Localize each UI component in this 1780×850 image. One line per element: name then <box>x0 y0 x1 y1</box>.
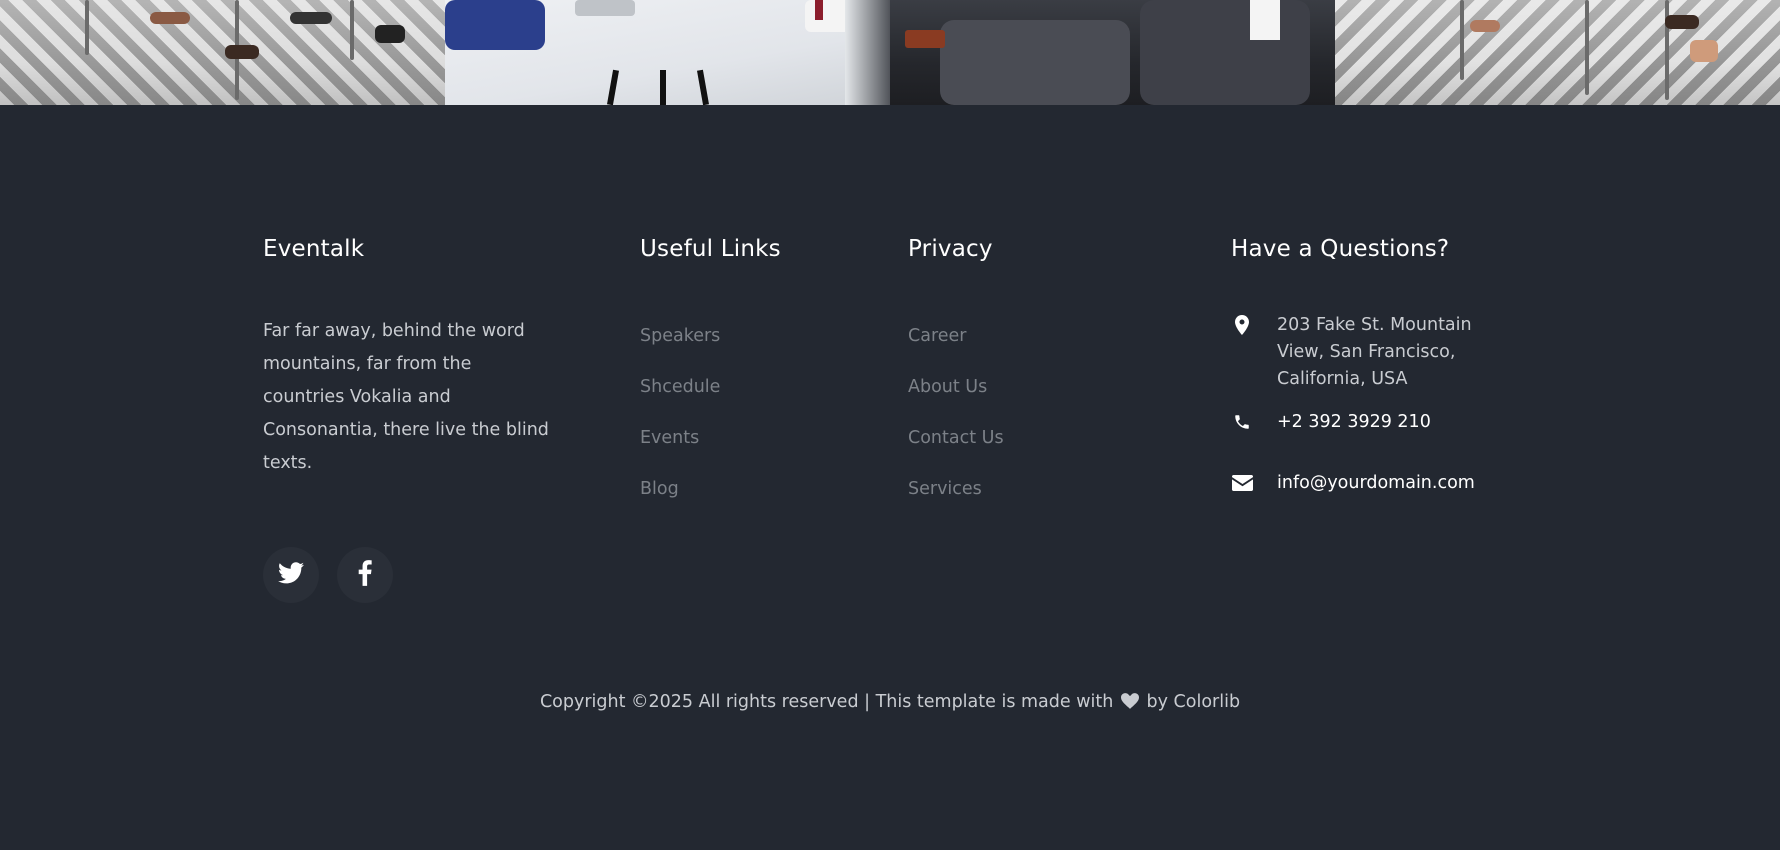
brand-title: Eventalk <box>263 236 365 262</box>
link-schedule[interactable]: Shcedule <box>640 375 720 399</box>
link-contact-us[interactable]: Contact Us <box>908 426 1004 450</box>
photo-strip <box>0 0 1780 105</box>
twitter-icon <box>278 562 304 588</box>
link-blog[interactable]: Blog <box>640 477 679 501</box>
brand-description: Far far away, behind the word mountains,… <box>263 321 549 473</box>
link-events[interactable]: Events <box>640 426 699 450</box>
contact-address: 203 Fake St. Mountain View, San Francisc… <box>1231 312 1531 393</box>
gallery-photo-4 <box>1335 0 1780 105</box>
heart-icon <box>1120 691 1139 717</box>
gallery-photo-3 <box>890 0 1335 105</box>
copyright-text-after: by Colorlib <box>1146 692 1241 712</box>
copyright: Copyright ©2025 All rights reserved | Th… <box>0 689 1780 717</box>
privacy-links-list: Career About Us Contact Us Services <box>908 324 1168 528</box>
facebook-button[interactable] <box>337 547 393 603</box>
link-services[interactable]: Services <box>908 477 982 501</box>
contact-phone[interactable]: +2 392 3929 210 <box>1231 409 1531 436</box>
privacy-title: Privacy <box>908 236 993 262</box>
link-speakers[interactable]: Speakers <box>640 324 720 348</box>
map-marker-icon <box>1231 314 1253 336</box>
gallery-photo-1 <box>0 0 445 105</box>
contact-column: Have a Questions? 203 Fake St. Mountain … <box>1231 232 1531 497</box>
social-links <box>263 547 393 603</box>
envelope-icon <box>1231 472 1253 494</box>
phone-icon <box>1231 411 1253 433</box>
link-career[interactable]: Career <box>908 324 966 348</box>
gallery-photo-2 <box>445 0 890 105</box>
contact-email[interactable]: info@yourdomain.com <box>1231 470 1531 497</box>
useful-links-title: Useful Links <box>640 236 781 262</box>
email-text[interactable]: info@yourdomain.com <box>1277 470 1475 497</box>
copyright-text-before: Copyright ©2025 All rights reserved | Th… <box>539 692 1114 712</box>
address-text: 203 Fake St. Mountain View, San Francisc… <box>1277 315 1472 389</box>
privacy-column: Privacy Career About Us Contact Us Servi… <box>908 232 1168 528</box>
facebook-icon <box>358 560 372 590</box>
contact-title: Have a Questions? <box>1231 236 1450 262</box>
useful-links-column: Useful Links Speakers Shcedule Events Bl… <box>640 232 880 528</box>
contact-list: 203 Fake St. Mountain View, San Francisc… <box>1231 312 1531 497</box>
footer-brand-column: Eventalk Far far away, behind the word m… <box>263 232 563 480</box>
phone-text[interactable]: +2 392 3929 210 <box>1277 409 1431 436</box>
link-about-us[interactable]: About Us <box>908 375 987 399</box>
twitter-button[interactable] <box>263 547 319 603</box>
useful-links-list: Speakers Shcedule Events Blog <box>640 324 880 528</box>
